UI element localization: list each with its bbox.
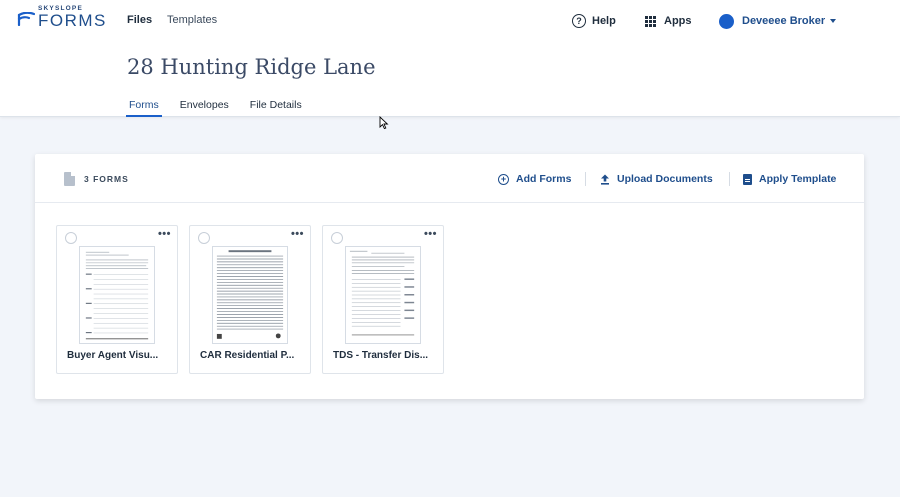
form-card[interactable]: •••	[322, 225, 444, 374]
question-circle-icon: ?	[572, 14, 586, 28]
file-tabs: Forms Envelopes File Details	[126, 99, 304, 117]
chevron-down-icon	[830, 19, 837, 23]
apply-template-label: Apply Template	[759, 173, 837, 185]
tab-envelopes[interactable]: Envelopes	[178, 99, 231, 117]
more-options-icon[interactable]: •••	[424, 228, 437, 240]
form-thumbnail	[212, 246, 288, 344]
forms-panel-header: 3 FORMS + Add Forms Upload Documents App…	[35, 154, 864, 203]
apps-button[interactable]: Apps	[645, 13, 692, 29]
logo-mark-icon	[17, 12, 35, 26]
help-button[interactable]: ? Help	[572, 13, 616, 29]
form-thumbnail	[79, 246, 155, 344]
upload-documents-button[interactable]: Upload Documents	[600, 171, 713, 187]
add-forms-button[interactable]: + Add Forms	[498, 171, 571, 187]
upload-icon	[601, 174, 609, 185]
page-title: 28 Hunting Ridge Lane	[127, 55, 376, 79]
plus-circle-icon: +	[498, 173, 509, 185]
form-name[interactable]: CAR Residential P...	[200, 350, 294, 361]
divider	[585, 172, 586, 186]
forms-panel: 3 FORMS + Add Forms Upload Documents App…	[35, 154, 864, 399]
top-header: SKYSLOPE FORMS Files Templates ? Help Ap…	[0, 0, 900, 117]
nav-templates[interactable]: Templates	[167, 14, 217, 26]
more-options-icon[interactable]: •••	[158, 228, 171, 240]
user-name: Deveeee Broker	[742, 15, 826, 27]
document-icon	[743, 173, 752, 185]
forms-count: 3 FORMS	[64, 172, 129, 186]
add-forms-label: Add Forms	[516, 173, 572, 185]
apps-label: Apps	[664, 15, 692, 27]
form-card[interactable]: •••	[189, 225, 311, 374]
grid-icon	[645, 15, 656, 27]
tab-forms[interactable]: Forms	[126, 99, 162, 117]
select-checkbox[interactable]	[65, 232, 77, 244]
forms-count-label: 3 FORMS	[84, 174, 129, 184]
more-options-icon[interactable]: •••	[291, 228, 304, 240]
apply-template-button[interactable]: Apply Template	[743, 171, 836, 187]
tab-file-details[interactable]: File Details	[248, 99, 304, 117]
skyslope-forms-logo[interactable]: SKYSLOPE FORMS	[17, 5, 107, 30]
mouse-pointer-icon	[379, 116, 389, 130]
form-cards: ••• Buyer Agent Visu... ••• CAR Resident…	[56, 225, 444, 374]
select-checkbox[interactable]	[198, 232, 210, 244]
form-name[interactable]: Buyer Agent Visu...	[67, 350, 158, 361]
nav-files[interactable]: Files	[127, 14, 152, 26]
divider	[729, 172, 730, 186]
avatar	[719, 13, 734, 29]
select-checkbox[interactable]	[331, 232, 343, 244]
help-label: Help	[592, 15, 616, 27]
user-menu[interactable]: Deveeee Broker	[719, 13, 837, 29]
form-thumbnail	[345, 246, 421, 344]
upload-documents-label: Upload Documents	[617, 173, 713, 185]
form-card[interactable]: •••	[56, 225, 178, 374]
logo-main-text: FORMS	[38, 11, 107, 30]
document-icon	[64, 172, 75, 186]
form-name[interactable]: TDS - Transfer Dis...	[333, 350, 428, 361]
